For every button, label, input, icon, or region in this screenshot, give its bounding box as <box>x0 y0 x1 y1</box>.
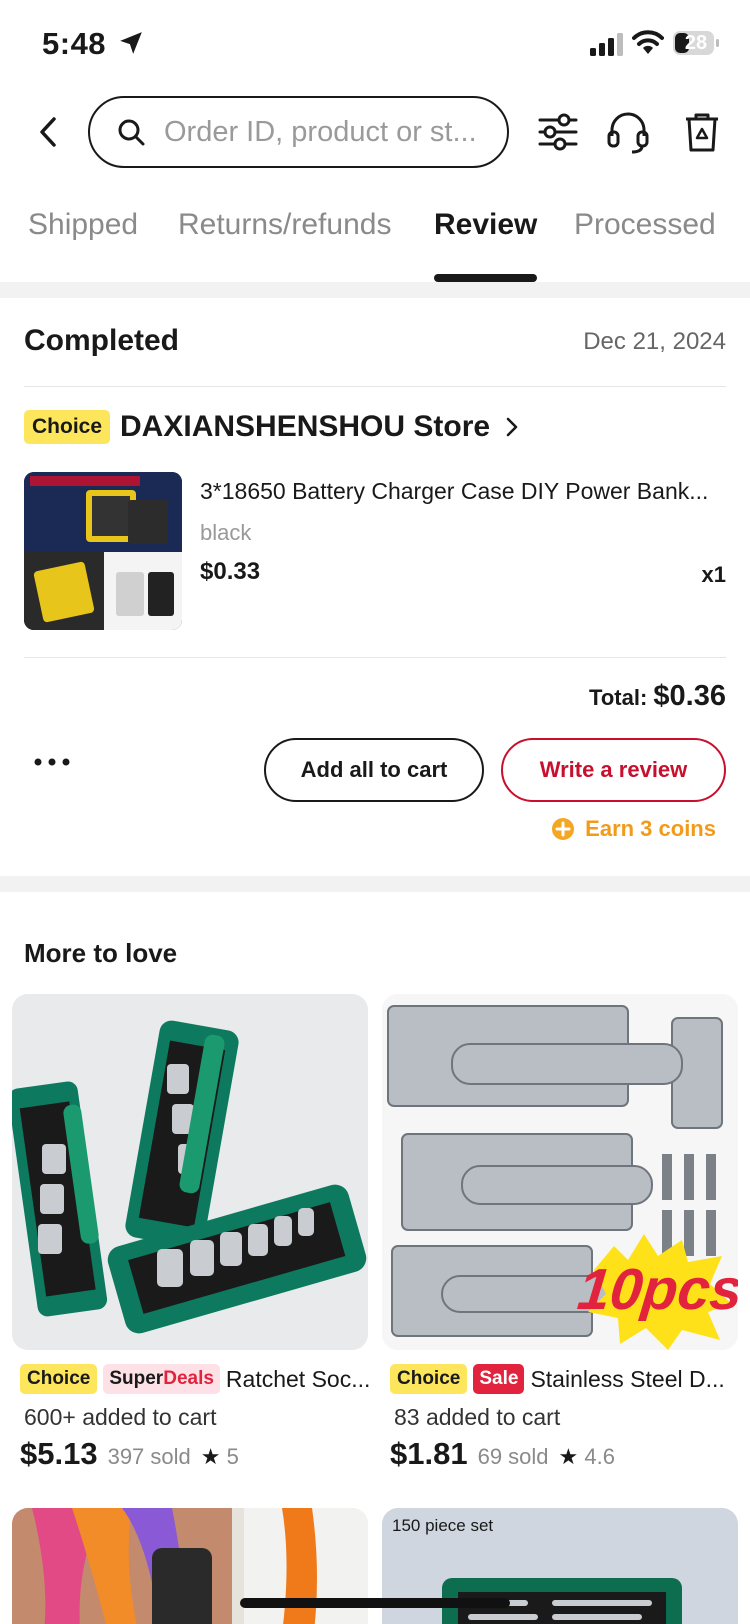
tab-review[interactable]: Review <box>434 208 537 242</box>
coin-icon <box>552 818 575 840</box>
recommendation-price-row: $1.81 69 sold ★ 4.6 <box>390 1436 615 1472</box>
sale-badge: Sale <box>473 1364 525 1394</box>
location-arrow-icon <box>120 32 142 54</box>
rating-value: 4.6 <box>584 1444 615 1469</box>
recommendation-price: $1.81 <box>390 1436 468 1471</box>
recommendation-image[interactable]: 10pcs <box>382 994 738 1350</box>
product-image[interactable] <box>24 472 182 630</box>
rating-value: 5 <box>226 1444 239 1469</box>
order-status: Completed <box>24 324 180 357</box>
recommendation-title-row[interactable]: Choice Sale Stainless Steel D... <box>390 1364 746 1394</box>
recommendation-price: $5.13 <box>20 1436 98 1471</box>
write-review-button[interactable]: Write a review <box>501 738 726 802</box>
store-link[interactable]: Choice DAXIANSHENSHOU Store <box>24 410 520 444</box>
divider <box>24 386 726 387</box>
recommendation-image[interactable] <box>12 994 368 1350</box>
order-date: Dec 21, 2024 <box>583 328 726 355</box>
battery-case-image <box>24 472 182 630</box>
section-divider <box>0 282 750 298</box>
recommendation-name: Ratchet Soc... <box>225 1365 371 1392</box>
divider <box>24 657 726 658</box>
headset-support-icon[interactable] <box>606 110 650 154</box>
product-title[interactable]: 3*18650 Battery Charger Case DIY Power B… <box>200 478 726 505</box>
choice-badge: Choice <box>24 410 111 444</box>
section-divider <box>0 876 750 892</box>
earn-coins-hint: Earn 3 coins <box>551 816 716 842</box>
active-tab-indicator <box>434 274 537 282</box>
ratchet-set-image <box>12 994 368 1350</box>
battery-level: 28 <box>684 32 708 54</box>
product-quantity: x1 <box>701 562 726 587</box>
more-to-love-title: More to love <box>24 938 178 968</box>
sold-count: 69 sold <box>477 1444 549 1469</box>
choice-badge: Choice <box>20 1364 98 1394</box>
order-total: Total: $0.36 <box>589 680 726 713</box>
recycle-bin-icon[interactable] <box>680 110 724 154</box>
rating: ★ 5 <box>201 1444 239 1470</box>
status-bar: 5:48 28 <box>0 0 750 90</box>
superdeals-badge: SuperDeals <box>103 1364 220 1394</box>
search-icon <box>118 119 145 146</box>
recommendation-title-row[interactable]: Choice SuperDeals Ratchet Soc... <box>20 1364 376 1394</box>
image-overlay-text: 150 piece set <box>392 1516 494 1535</box>
star-icon: ★ <box>558 1444 579 1469</box>
recommendation-price-row: $5.13 397 sold ★ 5 <box>20 1436 239 1472</box>
recommendation-name: Stainless Steel D... <box>530 1365 725 1392</box>
total-label: Total: <box>589 685 648 710</box>
store-name: DAXIANSHENSHOU Store <box>120 410 491 443</box>
choice-badge: Choice <box>390 1364 468 1394</box>
search-bar[interactable] <box>88 96 509 168</box>
home-indicator[interactable] <box>240 1598 510 1608</box>
cellular-signal-icon <box>590 33 623 56</box>
added-to-cart-count: 600+ added to cart <box>24 1404 217 1430</box>
added-to-cart-count: 83 added to cart <box>394 1404 561 1430</box>
superdeals-super: Super <box>109 1368 164 1389</box>
more-options-icon[interactable] <box>32 756 72 768</box>
image-overlay-text: 10pcs <box>574 1257 738 1322</box>
filter-sliders-icon[interactable] <box>536 110 580 154</box>
tab-shipped[interactable]: Shipped <box>28 208 138 242</box>
star-icon: ★ <box>200 1444 221 1469</box>
chevron-left-icon <box>40 117 56 147</box>
order-tabs: Shipped Returns/refunds Review Processed <box>0 208 750 284</box>
rating: ★ 4.6 <box>559 1444 615 1470</box>
product-price: $0.33 <box>200 558 261 585</box>
back-button[interactable] <box>30 112 66 152</box>
coins-label: Earn 3 coins <box>585 816 716 841</box>
wifi-icon <box>632 30 664 54</box>
superdeals-deals: Deals <box>163 1368 214 1389</box>
add-all-to-cart-button[interactable]: Add all to cart <box>264 738 484 802</box>
tab-processed[interactable]: Processed <box>574 208 716 242</box>
clock: 5:48 <box>42 26 107 61</box>
search-input[interactable] <box>164 115 504 149</box>
chevron-right-icon <box>506 417 518 437</box>
tab-returns-refunds[interactable]: Returns/refunds <box>178 208 391 242</box>
total-value: $0.36 <box>653 680 726 712</box>
product-variant: black <box>200 520 252 545</box>
sold-count: 397 sold <box>107 1444 191 1469</box>
